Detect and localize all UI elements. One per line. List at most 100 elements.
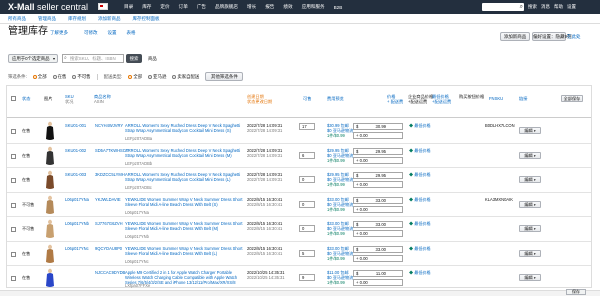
add-product-button[interactable]: 添加新商品: [500, 32, 530, 41]
row-available-input[interactable]: 6: [299, 151, 315, 159]
column-sku[interactable]: SKU 状况: [65, 94, 74, 104]
subnav-all-products[interactable]: 所有商品: [8, 16, 26, 22]
nav-item-catalog[interactable]: 目录: [124, 4, 133, 10]
row-asin[interactable]: SD5A7TKWHSC7: [95, 148, 128, 153]
product-thumbnail[interactable]: [45, 268, 55, 288]
row-title[interactable]: ARROLL Women's Sexy Ruched Dress Deep V …: [125, 123, 243, 133]
row-available-input[interactable]: 9: [299, 274, 315, 281]
row-edit-button[interactable]: 编辑 ▾: [519, 127, 541, 134]
nav-item-advertising[interactable]: 广告: [197, 4, 206, 10]
nav-item-inventory[interactable]: 库存: [142, 4, 151, 10]
row-price-input[interactable]: $33.00: [353, 245, 403, 253]
column-status[interactable]: 状态: [22, 96, 30, 101]
nav-item-apps[interactable]: 应用和服务: [302, 4, 325, 10]
status-filter-all[interactable]: 全部: [32, 74, 47, 80]
nav-item-b2b[interactable]: B2B: [334, 5, 343, 10]
row-shipping-input[interactable]: + 0.00: [353, 230, 403, 237]
more-filters-button[interactable]: 其他筛选条件: [205, 72, 244, 81]
top-link-help[interactable]: 帮助: [554, 4, 563, 10]
row-sku[interactable]: SKU01-003: [65, 172, 86, 177]
row-match-price[interactable]: ◆ 最低价格: [409, 172, 431, 177]
product-thumbnail[interactable]: [45, 219, 55, 239]
product-thumbnail[interactable]: [45, 170, 55, 190]
fulfillment-filter-all[interactable]: 全部: [128, 74, 142, 80]
row-price-input[interactable]: $29.95: [353, 172, 403, 179]
row-shipping-input[interactable]: + 0.00: [353, 132, 403, 139]
row-price-input[interactable]: $33.00: [353, 196, 403, 204]
row-price-input[interactable]: $33.00: [353, 221, 403, 228]
save-all-button[interactable]: 全部保存: [561, 95, 583, 102]
row-match-price[interactable]: ◆ 最低价格: [409, 246, 431, 251]
row-title[interactable]: YEWKLIDE Women Summer Wrap V Neck Summer…: [125, 221, 243, 231]
row-edit-button[interactable]: 编辑 ▾: [519, 200, 541, 208]
nav-item-performance[interactable]: 绩效: [283, 4, 292, 10]
search-icon[interactable]: ⌕: [520, 3, 523, 11]
nav-item-stores[interactable]: 品牌旗舰店: [215, 4, 238, 10]
fulfillment-filter-merchant[interactable]: 卖家自配送: [172, 74, 199, 80]
logo[interactable]: X-Mall seller central: [8, 1, 88, 13]
select-all-checkbox[interactable]: [11, 96, 16, 101]
row-sku[interactable]: L06p017YNa: [65, 197, 89, 202]
nav-item-growth[interactable]: 增长: [247, 4, 256, 10]
row-edit-button[interactable]: 编辑 ▾: [519, 249, 541, 257]
row-title[interactable]: YEWKLIDE Women Summer Wrap V Neck Summer…: [125, 246, 243, 256]
row-available-input[interactable]: 0: [299, 200, 315, 208]
fulfillment-filter-amazon[interactable]: 亚马逊: [148, 74, 166, 80]
save-button[interactable]: 保存: [566, 289, 586, 295]
row-edit-button[interactable]: 编辑 ▾: [519, 176, 541, 183]
row-match-price[interactable]: ◆ 最低价格: [409, 221, 431, 226]
top-search-input[interactable]: ⌕: [482, 3, 524, 11]
column-fnsku[interactable]: FNSKU: [489, 96, 503, 101]
row-price-input[interactable]: $11.00: [353, 270, 403, 277]
row-asin[interactable]: NCYH4WJVRY: [95, 123, 123, 128]
search-input[interactable]: ⌕ 搜索SKU、标题、ISBN: [62, 54, 124, 63]
row-edit-button[interactable]: 编辑 ▾: [519, 151, 541, 159]
row-shipping-input[interactable]: + 0.00: [353, 181, 403, 188]
row-title[interactable]: ARROLL Women's Sexy Ruched Dress Deep V …: [125, 172, 243, 182]
row-available-input[interactable]: 0: [299, 225, 315, 232]
product-thumbnail[interactable]: [45, 195, 55, 215]
row-shipping-input[interactable]: + 0.00: [353, 205, 403, 213]
bulk-action-select[interactable]: 应用于0个选定商品 ▾: [8, 54, 58, 63]
search-button[interactable]: 搜索: [126, 54, 142, 63]
subnav-dashboard[interactable]: 库存控制面板: [133, 16, 160, 22]
row-asin[interactable]: NJCCAC9DYDB: [95, 270, 125, 275]
status-filter-active[interactable]: 在售: [52, 74, 66, 80]
preferences-button[interactable]: 偏好设置：隐藏9列: [532, 32, 572, 41]
product-thumbnail[interactable]: [45, 244, 55, 264]
row-asin[interactable]: 3KDZCC5LYMH: [95, 172, 125, 177]
preferences-link[interactable]: 在此处: [567, 34, 581, 40]
row-sku[interactable]: SKU01-001: [65, 123, 86, 128]
row-match-price[interactable]: ◆ 最低价格: [409, 197, 431, 202]
subnav-manage[interactable]: 管理商品: [38, 16, 56, 22]
row-match-price[interactable]: ◆ 最低价格: [409, 148, 431, 153]
row-checkbox[interactable]: [11, 227, 16, 232]
marketplace-flag-icon[interactable]: [98, 3, 108, 10]
row-asin[interactable]: SJ7767G6ZVH: [95, 221, 123, 226]
row-available-input[interactable]: 5: [299, 249, 315, 257]
column-fee[interactable]: 费用预览: [327, 96, 344, 101]
column-lowest-price[interactable]: 最低价格 +配送运费: [432, 94, 451, 104]
column-link[interactable]: 链接: [519, 96, 527, 101]
product-thumbnail[interactable]: [45, 146, 55, 166]
column-price[interactable]: 价格 + 配送费: [387, 94, 403, 104]
row-sku[interactable]: L06p017YNc: [65, 246, 89, 251]
top-link-messages[interactable]: 消息: [541, 4, 550, 10]
page-link-edit[interactable]: 可修改: [84, 30, 98, 36]
nav-item-orders[interactable]: 订单: [179, 4, 188, 10]
row-shipping-input[interactable]: + 0.00: [353, 254, 403, 262]
row-checkbox[interactable]: [11, 153, 16, 159]
row-edit-button[interactable]: 编辑 ▾: [519, 274, 541, 281]
nav-item-reports[interactable]: 报告: [265, 4, 274, 10]
row-shipping-input[interactable]: + 0.00: [353, 279, 403, 286]
row-checkbox[interactable]: [11, 178, 16, 183]
row-title[interactable]: YEWKLIDE Women Summer Wrap V Neck Summer…: [125, 197, 243, 207]
row-checkbox[interactable]: [11, 276, 16, 281]
top-link-settings[interactable]: 设置: [567, 4, 576, 10]
row-price-input[interactable]: $29.95: [353, 147, 403, 155]
page-link-table[interactable]: 表格: [127, 30, 136, 36]
row-available-input[interactable]: 17: [299, 123, 315, 130]
subnav-add[interactable]: 添加新商品: [98, 16, 121, 22]
subnav-planning[interactable]: 库存规划: [68, 16, 86, 22]
status-filter-inactive[interactable]: 不可售: [72, 74, 91, 80]
